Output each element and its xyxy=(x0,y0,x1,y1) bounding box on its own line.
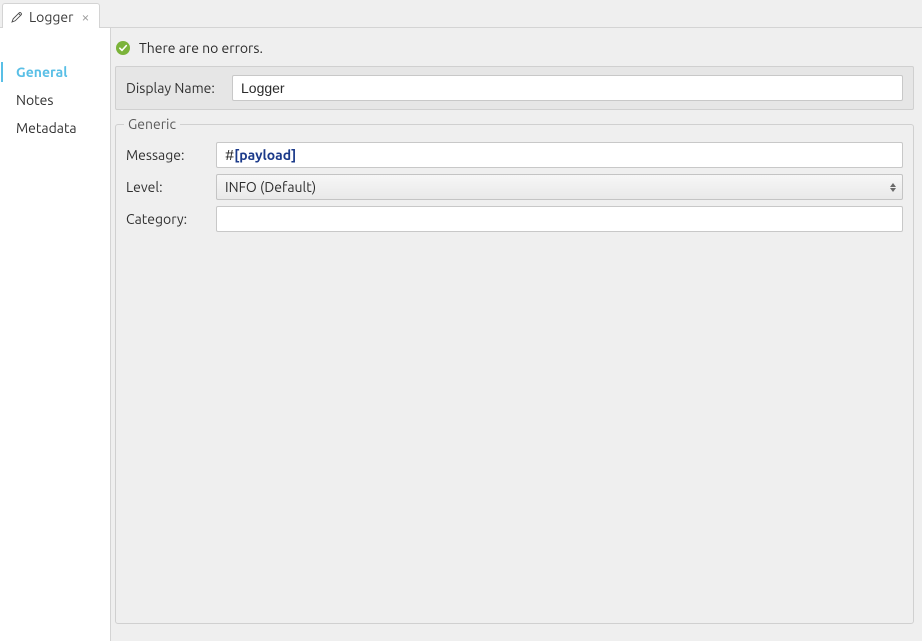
level-select[interactable]: INFO (Default) xyxy=(216,174,903,200)
message-close-bracket: ] xyxy=(291,147,296,163)
generic-fieldset: Generic Message: #[payload] Level: INFO … xyxy=(115,116,914,624)
level-selected-value: INFO (Default) xyxy=(225,179,316,195)
level-select-wrap: INFO (Default) xyxy=(216,174,903,200)
chevron-up-icon xyxy=(890,183,896,187)
tab-close-button[interactable]: × xyxy=(79,10,91,24)
category-row: Category: xyxy=(126,206,903,232)
nav-item-general[interactable]: General xyxy=(0,58,110,86)
message-row: Message: #[payload] xyxy=(126,142,903,168)
level-row: Level: INFO (Default) xyxy=(126,174,903,200)
main-pane: There are no errors. Display Name: Gener… xyxy=(111,28,922,641)
left-nav: General Notes Metadata xyxy=(0,28,111,641)
status-text: There are no errors. xyxy=(139,40,263,56)
nav-item-notes[interactable]: Notes xyxy=(0,86,110,114)
display-name-input[interactable] xyxy=(232,75,903,101)
level-label: Level: xyxy=(126,179,208,195)
chevron-down-icon xyxy=(890,188,896,192)
display-name-block: Display Name: xyxy=(115,66,914,110)
stepper-icon[interactable] xyxy=(886,177,900,197)
tab-bar: Logger × xyxy=(0,0,922,28)
generic-legend: Generic xyxy=(124,116,180,132)
display-name-label: Display Name: xyxy=(126,80,226,96)
message-token: payload xyxy=(239,147,291,163)
message-input[interactable]: #[payload] xyxy=(216,142,903,168)
status-row: There are no errors. xyxy=(111,28,922,66)
nav-item-metadata[interactable]: Metadata xyxy=(0,114,110,142)
check-circle-icon xyxy=(115,40,131,56)
message-label: Message: xyxy=(126,147,208,163)
editor-tab-logger[interactable]: Logger × xyxy=(2,3,100,28)
category-input[interactable] xyxy=(216,206,903,232)
tab-label: Logger xyxy=(29,9,73,25)
pencil-icon xyxy=(11,11,23,23)
message-prefix: # xyxy=(225,147,234,163)
category-label: Category: xyxy=(126,211,208,227)
